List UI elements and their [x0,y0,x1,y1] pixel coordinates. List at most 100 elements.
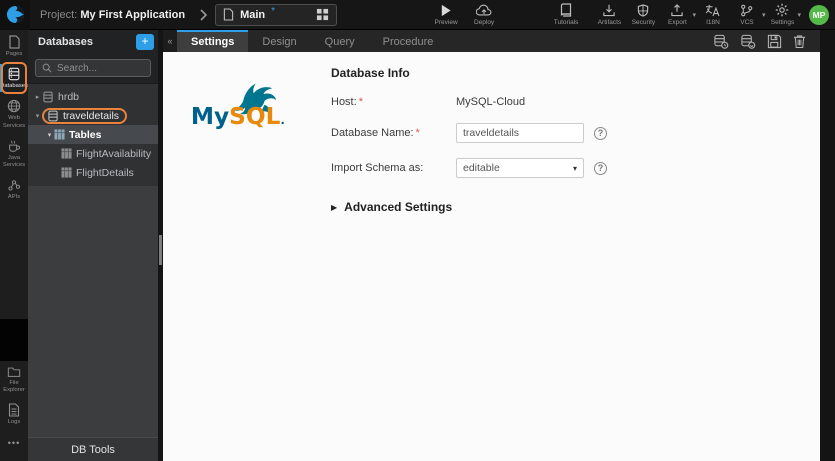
user-avatar[interactable]: MP [809,4,829,25]
wavemaker-studio: Project: My First Application Main * Pre… [0,0,835,461]
book-icon [560,3,572,17]
sidebar-item-logs[interactable]: Logs [0,398,28,430]
project-prefix: Project: [40,8,78,21]
deploy-button[interactable]: Deploy [467,4,501,26]
right-edge-strip [820,30,835,461]
page-icon [8,35,21,49]
page-icon [223,8,234,21]
database-icon [47,110,59,122]
host-label: Host: * [331,96,456,108]
required-marker: * [358,96,363,108]
annotation-highlight: traveldetails [42,107,128,124]
tutorials-button[interactable]: Tutorials [549,3,583,26]
gear-icon [775,3,789,17]
shield-icon [637,3,649,17]
database-icon [42,91,54,103]
db-scripts-icon[interactable] [713,34,729,49]
more-options-icon[interactable]: ••• [0,430,28,454]
database-name-input[interactable] [456,123,584,143]
tree-item-traveldetails[interactable]: ▾ traveldetails [28,106,158,125]
topbar: Project: My First Application Main * Pre… [0,0,835,30]
save-icon[interactable] [767,34,782,49]
add-database-button[interactable]: + [136,34,154,50]
advanced-settings-label: Advanced Settings [344,200,453,214]
db-reimport-icon[interactable] [740,34,756,49]
chevron-collapsed-icon[interactable]: ▸ [33,93,42,101]
sidebar-item-file-explorer[interactable]: File Explorer [0,361,28,398]
grid-icon[interactable] [316,8,329,21]
sidebar-item-apis[interactable]: APIs [0,173,28,205]
db-tools-button[interactable]: DB Tools [28,437,158,461]
tree-item-label: FlightDetails [76,166,134,179]
tree-item-label: FlightAvailability [76,147,152,160]
help-icon[interactable]: ? [594,161,607,175]
table-folder-icon [54,129,65,140]
chevron-expanded-icon[interactable]: ▾ [33,112,42,120]
sidebar-item-label: APIs [7,194,21,201]
mysql-logo-dot: . [280,113,284,127]
page-selector[interactable]: Main * [215,3,338,26]
sidebar-item-databases[interactable]: Databases [0,62,28,95]
globe-icon [7,99,21,113]
panel-splitter[interactable] [158,30,163,461]
export-label: Export [668,18,687,26]
preview-button[interactable]: Preview [429,4,463,26]
translate-icon [705,4,720,17]
import-schema-select[interactable]: editable ▾ [456,158,584,178]
sidebar-item-java-services[interactable]: Java Services [0,134,28,173]
help-icon[interactable]: ? [594,126,607,140]
activity-bar: Pages Databases Web Services Java Servic… [0,30,28,461]
i18n-button[interactable]: I18N [696,4,730,26]
tab-procedure[interactable]: Procedure [369,30,448,52]
artifacts-button[interactable]: Artifacts [592,4,626,26]
wavemaker-logo-icon [6,5,25,24]
advanced-settings-toggle[interactable]: ▶ Advanced Settings [331,200,820,214]
chevron-expanded-icon[interactable]: ▾ [45,131,54,139]
security-button[interactable]: Security [626,3,660,26]
settings-button[interactable]: Settings [765,3,799,26]
collapse-panel-button[interactable]: « [163,30,177,52]
mysql-logo-sql: SQL [229,103,281,130]
tree-item-flightavailability[interactable]: FlightAvailability [28,144,158,163]
databases-panel-header: Databases + [28,30,158,54]
database-name-label-text: Database Name: [331,127,414,139]
tab-settings[interactable]: Settings [177,30,249,52]
download-tray-icon [602,4,616,17]
sidebar-item-pages[interactable]: Pages [0,30,28,62]
sidebar-item-label: Web Services [2,115,26,129]
splitter-handle[interactable] [159,235,162,265]
tree-item-label: Tables [69,128,102,141]
tree-item-label: hrdb [58,90,80,103]
delete-icon[interactable] [793,34,806,49]
activity-bar-bottom: File Explorer Logs ••• [0,361,28,455]
search-box[interactable] [35,59,151,77]
form-heading: Database Info [331,66,410,80]
required-marker: * [415,127,420,139]
tree-item-tables[interactable]: ▾ Tables [28,125,158,144]
vcs-button[interactable]: VCS [730,4,764,26]
project-name: My First Application [80,8,186,21]
app-logo[interactable] [0,0,30,30]
import-schema-label: Import Schema as: [331,162,424,174]
workspace: Pages Databases Web Services Java Servic… [0,30,835,461]
sidebar-item-web-services[interactable]: Web Services [0,94,28,133]
sidebar-item-label: Logs [7,419,21,426]
settings-caret-icon[interactable]: ▾ [797,11,801,26]
deploy-label: Deploy [473,18,495,26]
page-modified-marker: * [271,6,276,17]
sidebar-item-label: Java Services [2,154,26,169]
project-breadcrumb: Project: My First Application [40,9,185,21]
chevron-right-icon [199,8,208,21]
preview-label: Preview [434,18,458,26]
search-input[interactable] [57,62,142,74]
tab-query[interactable]: Query [311,30,369,52]
tree-item-flightdetails[interactable]: FlightDetails [28,163,158,182]
database-name-label: Database Name: * [331,127,456,139]
vcs-label: VCS [740,18,754,26]
tab-design[interactable]: Design [248,30,310,52]
coffee-icon [7,139,21,153]
tree-item-hrdb[interactable]: ▸ hrdb [28,87,158,106]
artifacts-label: Artifacts [597,18,622,26]
settings-content: MySQL. Database Info Host:* MySQL-Cloud [163,52,820,461]
export-button[interactable]: Export [660,3,694,26]
